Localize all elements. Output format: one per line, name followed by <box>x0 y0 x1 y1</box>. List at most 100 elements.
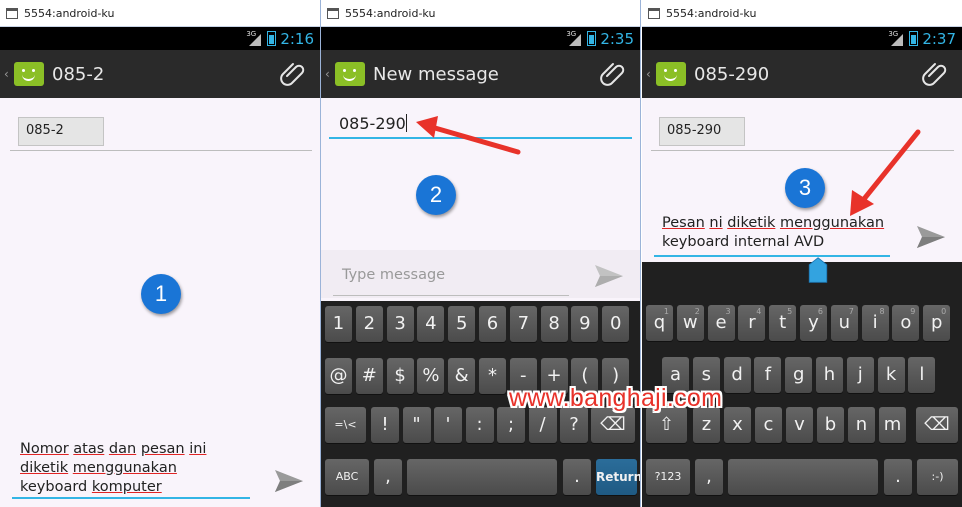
key-space[interactable] <box>728 459 878 495</box>
message-input[interactable]: Nomor atas dan pesan ini diketik mengguna… <box>20 440 206 497</box>
key-7[interactable]: 7 <box>509 306 537 342</box>
key-8[interactable]: 8 <box>540 306 568 342</box>
status-bar: 3G 2:16 <box>0 27 320 50</box>
key-abc[interactable]: ABC <box>325 459 369 495</box>
key-1[interactable]: 1 <box>325 306 352 342</box>
key-symbols[interactable]: ?123 <box>646 459 690 495</box>
recipient-input[interactable]: 085-290 <box>339 114 407 133</box>
window-title: 5554:android-ku <box>345 6 436 20</box>
annotation-arrow-2 <box>416 116 521 155</box>
key-9[interactable]: 9 <box>571 306 599 342</box>
key-symbol[interactable]: ' <box>434 407 462 443</box>
status-bar: 3G 2:37 <box>642 27 962 50</box>
key-symbol[interactable]: : <box>465 407 494 443</box>
attach-icon[interactable] <box>280 60 306 86</box>
key-symbol[interactable]: * <box>479 358 506 394</box>
key-comma[interactable]: , <box>374 459 402 495</box>
window-icon <box>6 7 18 19</box>
send-icon[interactable] <box>594 263 624 289</box>
key-m[interactable]: m <box>879 407 906 443</box>
recipient-chip[interactable]: 085-2 <box>18 117 104 146</box>
window-title: 5554:android-ku <box>666 6 757 20</box>
messaging-app-icon[interactable] <box>335 62 365 86</box>
window-icon <box>327 7 339 19</box>
key-e[interactable]: e3 <box>707 305 735 341</box>
key-q[interactable]: q1 <box>646 305 673 341</box>
key-f[interactable]: f <box>754 357 782 393</box>
action-bar: ‹ 085-2 <box>0 50 320 98</box>
key-symbol[interactable]: % <box>417 358 445 394</box>
battery-icon <box>267 31 277 46</box>
key-c[interactable]: c <box>755 407 782 443</box>
key-o[interactable]: o9 <box>892 305 920 341</box>
action-bar: ‹ New message <box>321 50 640 98</box>
attach-icon[interactable] <box>600 60 626 86</box>
message-line: Nomor atas dan pesan ini <box>20 441 207 457</box>
key-6[interactable]: 6 <box>479 306 506 342</box>
key-backspace[interactable]: ⌫ <box>916 407 958 443</box>
battery-icon <box>909 31 919 46</box>
signal-icon: 3G <box>888 30 905 46</box>
key-v[interactable]: v <box>786 407 813 443</box>
key-4[interactable]: 4 <box>417 306 445 342</box>
key-b[interactable]: b <box>817 407 844 443</box>
key-symbol[interactable]: " <box>402 407 431 443</box>
step-badge-2: 2 <box>416 175 456 215</box>
key-j[interactable]: j <box>846 357 874 393</box>
window-titlebar: 5554:android-ku <box>642 0 962 27</box>
key-k[interactable]: k <box>877 357 905 393</box>
key-symbol[interactable]: $ <box>386 358 414 394</box>
key-symbol[interactable]: @ <box>325 358 352 394</box>
compose-area: 085-2 1 Nomor atas dan pesan ini diketik … <box>0 98 320 507</box>
message-input[interactable]: Type message <box>342 267 445 283</box>
key-y[interactable]: y6 <box>800 305 827 341</box>
text-cursor <box>405 114 407 132</box>
key-symbol[interactable]: # <box>355 358 383 394</box>
messaging-app-icon[interactable] <box>14 62 44 86</box>
emulator-window-1: 5554:android-ku 3G 2:16 ‹ 085-2 085-2 1 … <box>0 0 321 507</box>
key-symbol[interactable]: ! <box>371 407 399 443</box>
key-n[interactable]: n <box>848 407 875 443</box>
conversation-title: New message <box>373 63 499 85</box>
battery-icon <box>587 31 597 46</box>
key-h[interactable]: h <box>816 357 843 393</box>
recipient-field-line <box>10 150 312 151</box>
send-icon[interactable] <box>274 468 304 494</box>
step-badge-1: 1 <box>141 274 181 314</box>
message-field-line <box>12 497 250 499</box>
key-d[interactable]: d <box>723 357 751 393</box>
key-comma[interactable]: , <box>695 459 723 495</box>
key-period[interactable]: . <box>563 459 591 495</box>
key-w[interactable]: w2 <box>676 305 704 341</box>
key-more-symbols[interactable]: =\< <box>325 407 366 443</box>
send-icon[interactable] <box>916 224 946 250</box>
key-i[interactable]: i8 <box>861 305 889 341</box>
key-2[interactable]: 2 <box>355 306 383 342</box>
key-x[interactable]: x <box>724 407 751 443</box>
back-chevron-icon[interactable]: ‹ <box>646 67 654 81</box>
back-chevron-icon[interactable]: ‹ <box>4 67 12 81</box>
recipient-chip[interactable]: 085-290 <box>659 117 745 146</box>
key-space[interactable] <box>407 459 557 495</box>
key-smiley[interactable]: :-) <box>917 459 958 495</box>
key-g[interactable]: g <box>785 357 813 393</box>
text-cursor-handle[interactable] <box>806 256 830 284</box>
back-chevron-icon[interactable]: ‹ <box>325 67 333 81</box>
key-return[interactable]: Return <box>596 459 640 495</box>
key-u[interactable]: u7 <box>830 305 858 341</box>
attach-icon[interactable] <box>922 60 948 86</box>
key-0[interactable]: 0 <box>602 306 630 342</box>
key-symbol[interactable]: & <box>448 358 476 394</box>
message-field-line <box>654 255 890 257</box>
window-titlebar: 5554:android-ku <box>321 0 640 27</box>
messaging-app-icon[interactable] <box>656 62 686 86</box>
key-r[interactable]: r4 <box>738 305 766 341</box>
key-p[interactable]: p0 <box>923 305 951 341</box>
key-period[interactable]: . <box>884 459 912 495</box>
annotation-arrow-3 <box>850 129 921 216</box>
key-t[interactable]: t5 <box>769 305 797 341</box>
key-3[interactable]: 3 <box>386 306 414 342</box>
window-title: 5554:android-ku <box>24 6 115 20</box>
key-5[interactable]: 5 <box>448 306 476 342</box>
key-l[interactable]: l <box>908 357 936 393</box>
